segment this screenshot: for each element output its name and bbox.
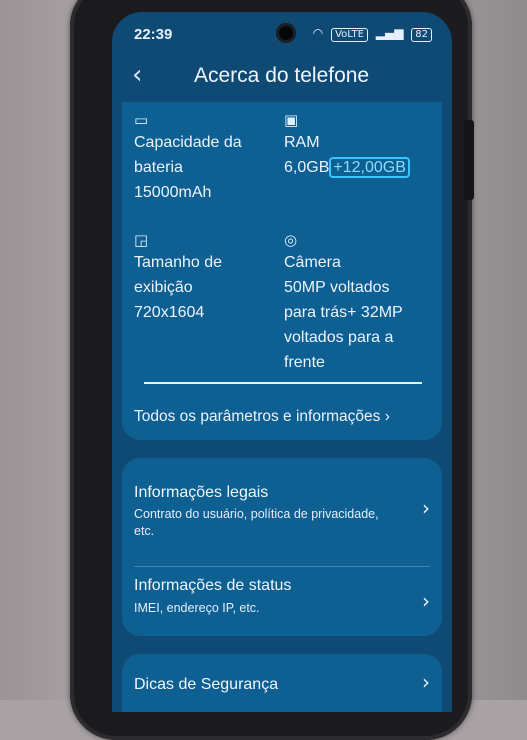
back-arrow-icon[interactable]: ‹: [132, 60, 142, 90]
front-camera: [276, 23, 296, 43]
legal-info-title: Informações legais: [134, 484, 269, 501]
display-icon: ◲: [134, 231, 149, 249]
legal-info-subtitle: Contrato do usuário, política de privaci…: [134, 507, 379, 538]
ram-label: RAM: [284, 134, 320, 151]
volte-icon: VoLTE: [331, 28, 368, 42]
chip-icon: ▣: [284, 111, 299, 129]
ram-value: 6,0GB: [284, 159, 330, 176]
divider: [144, 382, 422, 384]
spec-ram: ▣ RAM 6,0GB +12,00GB: [284, 108, 410, 180]
camera-value-line3: voltados para a: [284, 329, 394, 346]
info-card: Informações legais Contrato do usuário, …: [122, 458, 442, 636]
camera-value-line4: frente: [284, 354, 325, 371]
battery-icon: 82: [411, 28, 432, 42]
security-tips-row[interactable]: Dicas de Segurança ›: [122, 654, 442, 712]
chevron-right-icon: ›: [422, 670, 430, 694]
app-header: ‹ Acerca do telefone: [112, 60, 452, 100]
camera-label: Câmera: [284, 254, 341, 271]
status-info-row[interactable]: Informações de status IMEI, endereço IP,…: [122, 567, 442, 636]
phone-side-button: [464, 120, 474, 200]
status-info-title: Informações de status: [134, 577, 292, 594]
ram-extended-badge: +12,00GB: [329, 157, 410, 178]
camera-value-line2: para trás+ 32MP: [284, 304, 403, 321]
spec-battery: ▭ Capacidade da bateria 15000mAh: [134, 108, 242, 205]
chevron-right-icon: ›: [422, 589, 430, 613]
battery-label-line1: Capacidade da: [134, 134, 242, 151]
spec-camera: ◎ Câmera 50MP voltados para trás+ 32MP v…: [284, 228, 403, 375]
chevron-right-icon: ›: [422, 496, 430, 520]
all-parameters-link[interactable]: Todos os parâmetros e informações ›: [134, 408, 390, 426]
wifi-icon: ◠: [312, 26, 324, 40]
camera-icon: ◎: [284, 231, 298, 249]
page-title: Acerca do telefone: [194, 64, 370, 87]
battery-value: 15000mAh: [134, 184, 212, 201]
signal-icon: ▂▄▆: [375, 26, 404, 40]
display-value: 720x1604: [134, 304, 205, 321]
security-tips-title: Dicas de Segurança: [134, 676, 279, 693]
status-info-subtitle: IMEI, endereço IP, etc.: [134, 601, 260, 615]
battery-icon: ▭: [134, 111, 149, 129]
legal-info-row[interactable]: Informações legais Contrato do usuário, …: [122, 458, 442, 566]
phone-screen: 22:39 ◠ VoLTE ▂▄▆ 82 ‹ Acerca do telefon…: [112, 12, 452, 712]
ram-value-row: 6,0GB +12,00GB: [284, 155, 410, 180]
status-time: 22:39: [134, 26, 173, 43]
display-label-line2: exibição: [134, 279, 193, 296]
camera-value-line1: 50MP voltados: [284, 279, 390, 296]
status-bar: 22:39 ◠ VoLTE ▂▄▆ 82: [112, 12, 452, 52]
specs-card: ▭ Capacidade da bateria 15000mAh ▣ RAM 6…: [122, 102, 442, 440]
status-icons: ◠ VoLTE ▂▄▆ 82: [309, 26, 432, 42]
battery-label-line2: bateria: [134, 159, 183, 176]
display-label-line1: Tamanho de: [134, 254, 223, 271]
spec-display: ◲ Tamanho de exibição 720x1604: [134, 228, 222, 325]
